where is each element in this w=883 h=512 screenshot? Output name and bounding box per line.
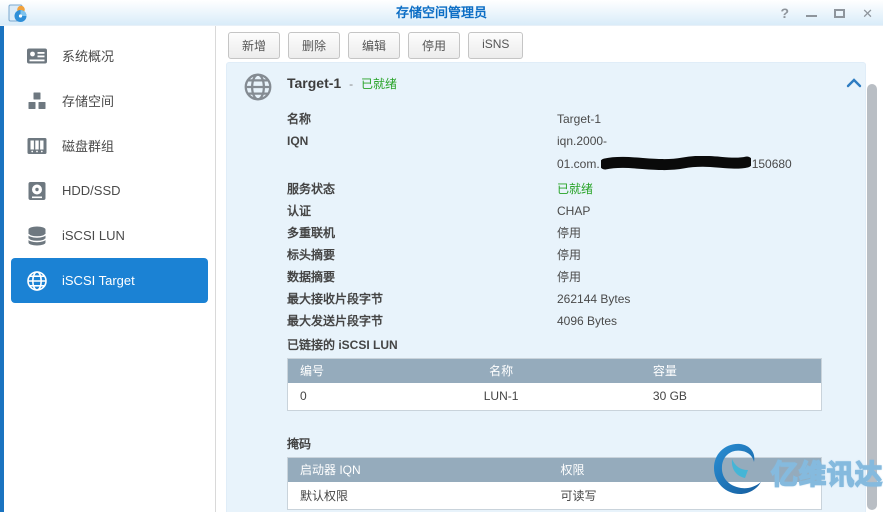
lun-capacity: 30 GB	[608, 383, 822, 411]
iqn-line2-suffix: 150680	[752, 157, 792, 171]
field-multi-session: 多重联机 停用	[287, 226, 849, 240]
collapse-chevron-icon[interactable]	[846, 76, 862, 94]
lun-section-heading: 已链接的 iSCSI LUN	[287, 336, 865, 353]
scrollbar-thumb[interactable]	[867, 84, 877, 510]
mask-section-heading: 掩码	[287, 435, 865, 452]
mask-initiator-iqn: 默认权限	[288, 482, 555, 510]
field-auth: 认证 CHAP	[287, 204, 849, 218]
field-max-send-segment: 最大发送片段字节 4096 Bytes	[287, 314, 849, 328]
mask-table-header: 启动器 IQN 权限	[288, 458, 822, 482]
target-fields: 名称 Target-1 IQN iqn.2000- 01.com.150680	[287, 112, 849, 328]
lun-id: 0	[288, 383, 395, 411]
toolbar: 新增 删除 编辑 停用 iSNS	[216, 26, 883, 59]
edit-button[interactable]: 编辑	[348, 32, 400, 59]
redaction-scribble	[601, 156, 751, 174]
field-header-digest: 标头摘要 停用	[287, 248, 849, 262]
iscsi-lun-icon	[25, 224, 49, 248]
field-data-digest: 数据摘要 停用	[287, 270, 849, 284]
storage-manager-window: 存储空间管理员 ? ✕ 系统概况	[0, 0, 883, 512]
window-controls: ? ✕	[781, 0, 873, 26]
iqn-line2-prefix: 01.com.	[557, 157, 600, 171]
sidebar-item-iscsi-target[interactable]: iSCSI Target	[11, 258, 208, 303]
system-overview-icon	[25, 44, 49, 68]
sidebar-item-label: 系统概况	[62, 46, 114, 65]
delete-button[interactable]: 删除	[288, 32, 340, 59]
field-iqn: IQN iqn.2000- 01.com.150680	[287, 134, 849, 174]
close-icon[interactable]: ✕	[862, 7, 873, 20]
sidebar-item-label: iSCSI LUN	[62, 228, 125, 243]
target-header: Target-1 - 已就绪	[227, 63, 865, 103]
sidebar-item-system-overview[interactable]: 系统概况	[11, 33, 208, 78]
disable-button[interactable]: 停用	[408, 32, 460, 59]
vertical-scrollbar	[867, 62, 877, 512]
sidebar-item-label: 存储空间	[62, 91, 114, 110]
minimize-icon[interactable]	[806, 15, 817, 17]
sidebar-item-label: iSCSI Target	[62, 273, 135, 288]
isns-button[interactable]: iSNS	[468, 32, 523, 59]
help-icon[interactable]: ?	[781, 7, 790, 20]
lun-table-header: 编号 名称 容量	[288, 359, 822, 383]
sidebar: 系统概况 存储空间	[4, 26, 216, 512]
lun-col-name: 名称	[394, 359, 608, 383]
mask-table: 启动器 IQN 权限 默认权限 可读写	[287, 457, 822, 510]
lun-col-id: 编号	[288, 359, 395, 383]
storage-space-icon	[25, 89, 49, 113]
window-title: 存储空间管理员	[0, 0, 883, 26]
field-max-receive-segment: 最大接收片段字节 262144 Bytes	[287, 292, 849, 306]
sidebar-item-label: 磁盘群组	[62, 136, 114, 155]
target-name: Target-1	[287, 75, 341, 91]
field-service-status: 服务状态 已就绪	[287, 182, 849, 196]
add-button[interactable]: 新增	[228, 32, 280, 59]
sidebar-item-disk-group[interactable]: 磁盘群组	[11, 123, 208, 168]
sidebar-item-storage-space[interactable]: 存储空间	[11, 78, 208, 123]
hdd-ssd-icon	[25, 179, 49, 203]
iscsi-target-icon	[25, 269, 49, 293]
mask-table-row[interactable]: 默认权限 可读写	[288, 482, 822, 510]
sidebar-item-hdd-ssd[interactable]: HDD/SSD	[11, 168, 208, 213]
target-detail-panel: Target-1 - 已就绪 名称 Target-1	[226, 62, 866, 512]
maximize-icon[interactable]	[834, 9, 845, 18]
disk-group-icon	[25, 134, 49, 158]
sidebar-item-label: HDD/SSD	[62, 183, 121, 198]
mask-col-initiator-iqn: 启动器 IQN	[288, 458, 555, 482]
mask-permission: 可读写	[555, 482, 822, 510]
field-name: 名称 Target-1	[287, 112, 849, 126]
titlebar: 存储空间管理员 ? ✕	[0, 0, 883, 26]
mask-col-permission: 权限	[555, 458, 822, 482]
iqn-line1: iqn.2000-	[557, 134, 607, 148]
lun-table-row[interactable]: 0 LUN-1 30 GB	[288, 383, 822, 411]
content-area: 新增 删除 编辑 停用 iSNS	[216, 26, 883, 512]
lun-name: LUN-1	[394, 383, 608, 411]
lun-col-capacity: 容量	[608, 359, 822, 383]
target-globe-icon	[242, 71, 274, 103]
target-status-badge: 已就绪	[361, 77, 397, 91]
lun-table: 编号 名称 容量 0 LUN-1 30 GB	[287, 358, 822, 411]
sidebar-item-iscsi-lun[interactable]: iSCSI LUN	[11, 213, 208, 258]
target-name-separator: -	[349, 77, 353, 91]
